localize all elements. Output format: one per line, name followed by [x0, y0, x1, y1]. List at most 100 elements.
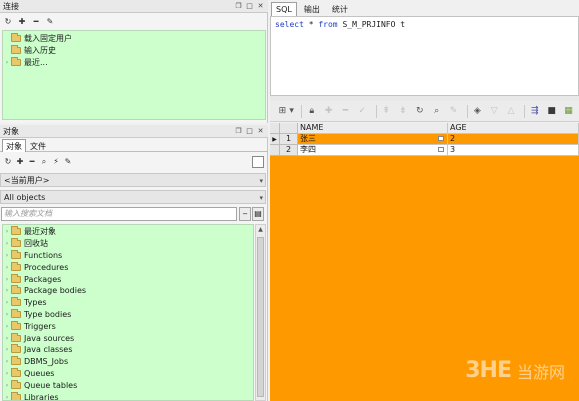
expander-icon[interactable]: ›	[3, 335, 11, 342]
export-icon[interactable]: ⇶	[528, 104, 541, 118]
expander-icon[interactable]: ›	[3, 228, 11, 235]
expander-icon[interactable]: ›	[3, 276, 11, 283]
refresh-icon[interactable]: ↻	[3, 157, 13, 167]
filter-icon[interactable]: ▽	[488, 104, 501, 118]
cell-editor-icon[interactable]	[438, 147, 444, 152]
clear-search-button[interactable]: ‒	[239, 207, 251, 221]
last-record-icon[interactable]: ⇟	[397, 104, 410, 118]
tree-item[interactable]: › DBMS_Jobs	[3, 356, 253, 368]
table-row[interactable]: 2 李四 3	[270, 145, 579, 156]
find-icon[interactable]: ⌕	[430, 104, 443, 118]
refresh-icon[interactable]: ↻	[3, 17, 13, 27]
find-icon[interactable]: ⌕	[39, 157, 49, 167]
maximize-icon[interactable]: □	[245, 2, 254, 11]
column-header-age[interactable]: AGE	[448, 123, 579, 134]
expander-icon[interactable]: ›	[3, 382, 11, 389]
tree-item[interactable]: › Libraries	[3, 391, 253, 400]
expander-icon[interactable]: ›	[3, 299, 11, 306]
print-icon[interactable]: ▦	[562, 104, 575, 118]
row-header[interactable]: ▶ 1	[270, 134, 298, 145]
tree-item-label: 回收站	[24, 239, 48, 249]
tree-item[interactable]: › Triggers	[3, 320, 253, 332]
query-by-example-icon[interactable]: ◈	[471, 104, 484, 118]
clear-icon[interactable]: ✎	[447, 104, 460, 118]
toggle-checkbox[interactable]	[252, 156, 264, 168]
add-icon[interactable]: ✚	[15, 157, 25, 167]
expander-icon[interactable]: ›	[3, 346, 11, 353]
remove-icon[interactable]: ━	[31, 17, 41, 27]
tab-objects[interactable]: 对象	[2, 139, 26, 152]
object-type-select-value: All objects	[4, 192, 46, 202]
row-header[interactable]: 2	[270, 145, 298, 156]
tree-item[interactable]: › 最近...	[3, 57, 265, 69]
tab-sql[interactable]: SQL	[271, 2, 297, 16]
search-options-button[interactable]: ▤	[252, 207, 264, 221]
tree-item[interactable]: 载入固定用户	[3, 33, 265, 45]
scroll-up-icon[interactable]: ▲	[256, 225, 265, 235]
folder-icon	[11, 249, 21, 259]
cell-age[interactable]: 3	[448, 145, 579, 156]
tree-item[interactable]: › 最近对象	[3, 226, 253, 238]
toolbar-separator	[301, 104, 303, 118]
cell-name[interactable]: 张三	[298, 134, 448, 145]
expander-icon[interactable]: ›	[3, 358, 11, 365]
column-header-name[interactable]: NAME	[298, 123, 448, 134]
close-icon[interactable]: ✕	[256, 2, 265, 11]
tree-item[interactable]: › Functions	[3, 249, 253, 262]
tree-item[interactable]: › Type bodies	[3, 308, 253, 321]
sort-icon[interactable]: △	[505, 104, 518, 118]
tree-item[interactable]: › Queue tables	[3, 379, 253, 391]
filter-icon[interactable]: ⚡	[51, 157, 61, 167]
expander-icon[interactable]: ›	[3, 311, 11, 318]
cell-editor-icon[interactable]	[438, 136, 444, 141]
tree-item[interactable]: › Java sources	[3, 332, 253, 344]
tree-item[interactable]: › Types	[3, 297, 253, 309]
tab-output[interactable]: 输出	[299, 2, 325, 16]
objects-tab-bar: 对象 文件	[0, 139, 268, 152]
tree-item[interactable]: › Package bodies	[3, 285, 253, 297]
expander-icon[interactable]: ›	[3, 240, 11, 247]
tree-item[interactable]: › Procedures	[3, 261, 253, 273]
chevron-down-icon[interactable]: ▾	[289, 104, 295, 118]
save-icon[interactable]: ■	[545, 104, 558, 118]
restore-icon[interactable]: ❐	[234, 2, 243, 11]
delete-record-icon[interactable]: ━	[339, 104, 352, 118]
tree-item[interactable]: › Java classes	[3, 344, 253, 356]
insert-record-icon[interactable]: ✚	[322, 104, 335, 118]
user-select[interactable]: <当前用户> ▾	[0, 173, 266, 187]
refresh-icon[interactable]: ↻	[413, 104, 426, 118]
properties-icon[interactable]: ✎	[45, 17, 55, 27]
expander-icon[interactable]: ›	[3, 252, 11, 259]
grid-view-icon[interactable]: ⊞	[276, 104, 289, 118]
maximize-icon[interactable]: □	[245, 127, 254, 136]
expander-icon[interactable]: ›	[3, 287, 11, 294]
close-icon[interactable]: ✕	[256, 127, 265, 136]
expander-icon[interactable]: ›	[3, 394, 11, 400]
tab-files[interactable]: 文件	[26, 139, 50, 152]
tree-item[interactable]: › Packages	[3, 273, 253, 285]
cell-name[interactable]: 李四	[298, 145, 448, 156]
restore-icon[interactable]: ❐	[234, 127, 243, 136]
search-input[interactable]: 输入搜索文档	[1, 207, 237, 221]
post-changes-icon[interactable]: ✓	[356, 104, 369, 118]
table-row[interactable]: ▶ 1 张三 2	[270, 134, 579, 145]
lock-icon[interactable]: 🔒︎	[305, 104, 318, 118]
scrollbar-thumb[interactable]	[257, 237, 264, 397]
object-type-select[interactable]: All objects ▾	[0, 190, 266, 204]
tab-statistics[interactable]: 统计	[327, 2, 353, 16]
first-record-icon[interactable]: ⇞	[380, 104, 393, 118]
add-icon[interactable]: ✚	[17, 17, 27, 27]
tree-item[interactable]: › Queues	[3, 367, 253, 380]
expander-icon[interactable]: ›	[3, 264, 11, 271]
sql-editor[interactable]: select * from S_M_PRJINFO t	[270, 16, 579, 96]
tree-item-label: Java sources	[24, 333, 75, 343]
tree-item[interactable]: 输入历史	[3, 45, 265, 57]
remove-icon[interactable]: ━	[27, 157, 37, 167]
objects-tree-scrollbar[interactable]: ▲	[255, 224, 266, 401]
cell-age[interactable]: 2	[448, 134, 579, 145]
expander-icon[interactable]: ›	[3, 323, 11, 330]
expander-icon[interactable]: ›	[3, 59, 11, 66]
properties-icon[interactable]: ✎	[63, 157, 73, 167]
expander-icon[interactable]: ›	[3, 370, 11, 377]
tree-item[interactable]: › 回收站	[3, 238, 253, 250]
